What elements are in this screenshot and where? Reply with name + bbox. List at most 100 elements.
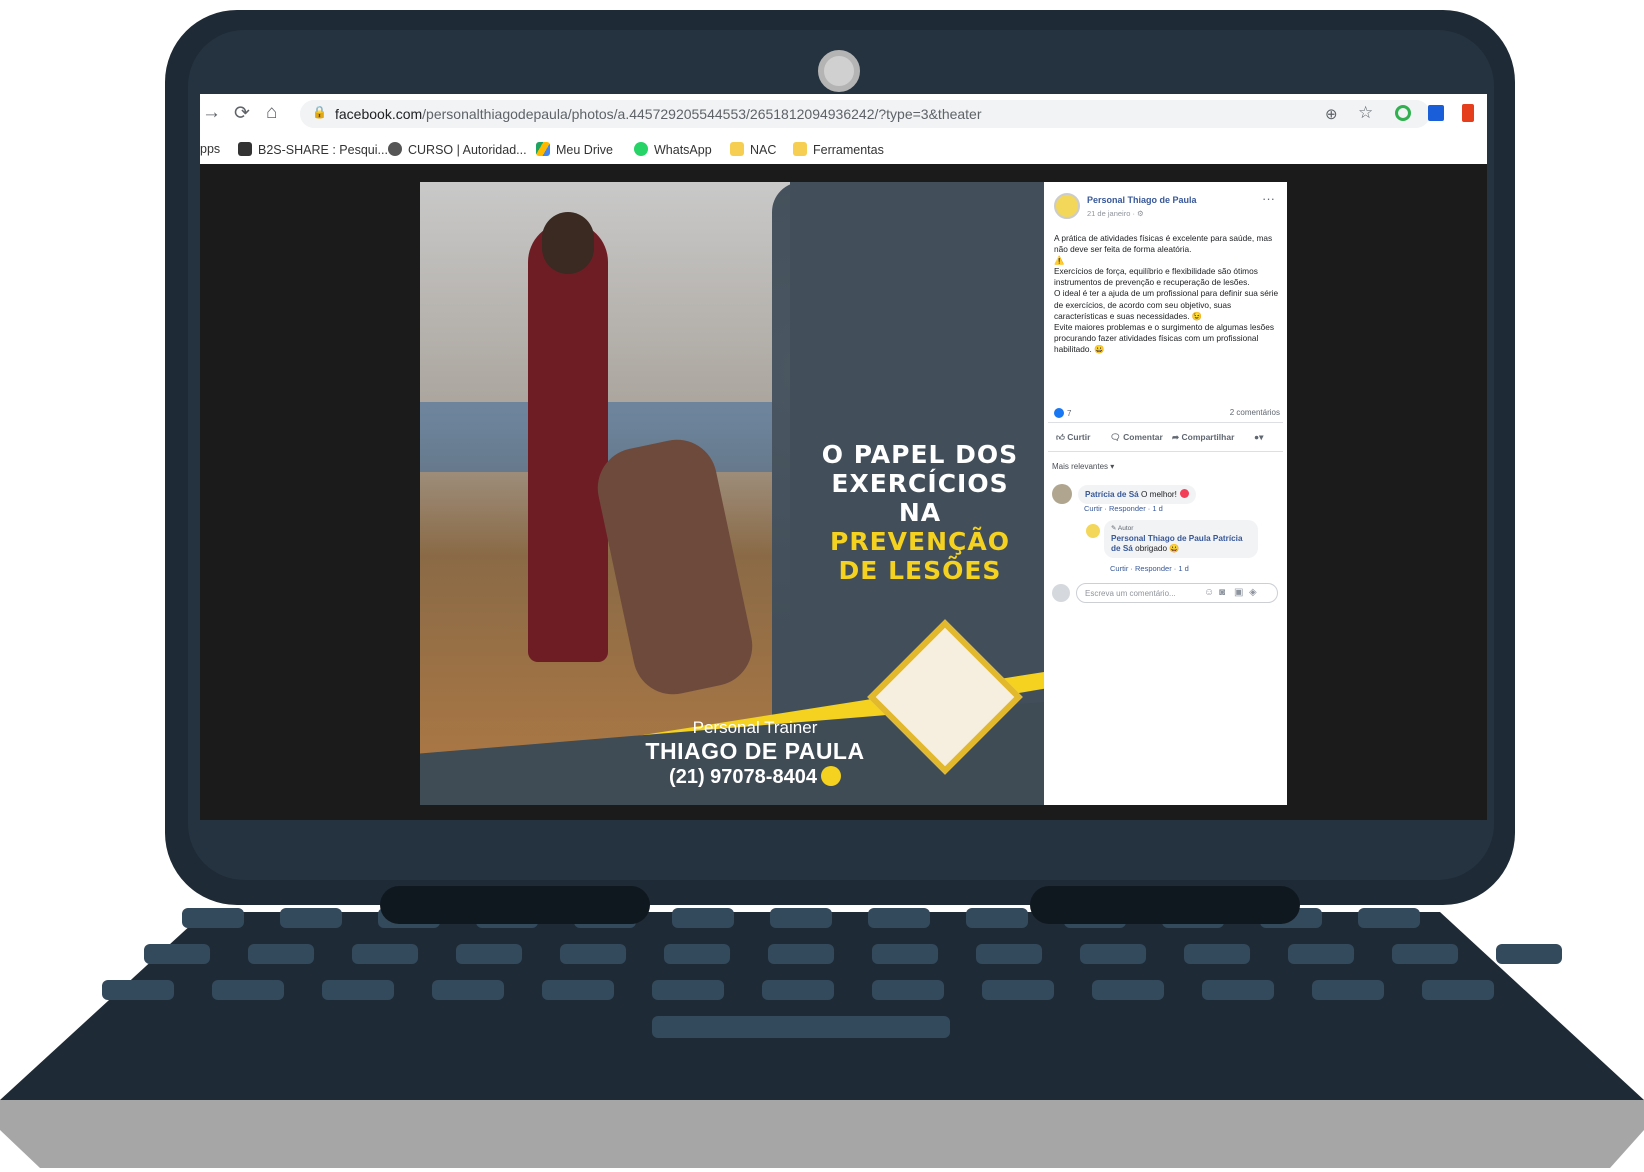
keyboard-key [1202,980,1274,1000]
keyboard-key [280,908,342,928]
folder-icon [793,142,807,156]
laptop-hinge-left [380,886,650,924]
comment-bubble: Patrícia de Sá O melhor! [1078,485,1196,504]
keyboard-key [672,908,734,928]
bookmark-curso[interactable]: CURSO | Autoridad... [388,142,527,157]
home-icon[interactable]: ⌂ [266,102,277,124]
keyboard-key [322,980,394,1000]
brand-subtitle: Personal Trainer [692,718,818,737]
folder-icon [730,142,744,156]
keyboard-key [182,908,244,928]
trainer-head [542,212,594,274]
post-text: A prática de atividades físicas é excele… [1054,233,1279,354]
globe-icon [388,142,402,156]
keyboard-key [762,980,834,1000]
brand-phone: (21) 97078-8404 [630,766,880,789]
comment-button[interactable]: 🗨︎ Comentar [1110,432,1163,443]
thumbs-up-icon: 👍︎ [1056,432,1068,442]
url-text[interactable]: facebook.com/personalthiagodepaula/photo… [335,106,982,122]
gif-icon[interactable]: ▣ [1234,587,1243,598]
bookmark-b2s-share[interactable]: B2S-SHARE : Pesqui... [238,142,388,157]
brand-name: THIAGO DE PAULA [645,738,865,764]
bookmark-meu-drive[interactable]: Meu Drive [536,142,613,157]
keyboard-key [1392,944,1458,964]
keyboard-key [248,944,314,964]
post-actions-bar: 👍︎ Curtir 🗨︎ Comentar ➦ Compartilhar ●▾ [1048,422,1283,452]
more-options-icon[interactable]: ··· [1262,191,1275,206]
zoom-icon[interactable]: ⊕ [1325,105,1338,123]
like-button[interactable]: 👍︎ Curtir [1056,432,1090,443]
reply-meta[interactable]: Curtir · Responder · 1 d [1110,564,1189,573]
write-comment-input[interactable]: Escreva um comentário... [1076,583,1278,603]
comment-author[interactable]: Patrícia de Sá [1085,490,1139,499]
laptop-hinge-right [1030,886,1300,924]
keyboard-key [1184,944,1250,964]
keyboard-key [868,908,930,928]
emoji-icon[interactable]: ☺ [1204,587,1214,598]
share-button[interactable]: ➦ Compartilhar [1172,432,1234,443]
comment-sort-dropdown[interactable]: Mais relevantes ▾ [1052,462,1114,471]
keyboard-key [212,980,284,1000]
spacebar-key [652,1016,950,1038]
keyboard-key [432,980,504,1000]
keyboard-key [1312,980,1384,1000]
page-name-link[interactable]: Personal Thiago de Paula [1087,195,1197,205]
bookmark-ferramentas[interactable]: Ferramentas [793,142,884,157]
love-reaction-icon [1179,489,1189,498]
reply-author-avatar[interactable] [1086,524,1100,538]
keyboard-key [1288,944,1354,964]
bookmark-whatsapp[interactable]: WhatsApp [634,142,712,157]
office-icon[interactable] [1462,104,1474,122]
photo-headline: O PAPEL DOS EXERCÍCIOS NA PREVENÇÃO DE L… [821,440,1019,585]
keyboard-key [102,980,174,1000]
keyboard-key [872,980,944,1000]
comment-icon: 🗨︎ [1110,432,1124,442]
author-badge: ✎ Autor [1111,525,1134,532]
keyboard-key [966,908,1028,928]
keyboard-key [664,944,730,964]
profile-selector-icon[interactable]: ●▾ [1254,432,1263,443]
b2s-icon [238,142,252,156]
keyboard-key [1092,980,1164,1000]
reply-bubble: ✎ Autor Personal Thiago de Paula Patríci… [1104,520,1258,558]
bookmarks-bar: pps B2S-SHARE : Pesqui... CURSO | Autori… [200,134,1487,165]
keyboard-key [560,944,626,964]
post-side-panel: Personal Thiago de Paula 21 de janeiro ·… [1044,182,1287,805]
keyboard-key [652,980,724,1000]
keyboard-key [456,944,522,964]
sticker-icon[interactable]: ◈ [1249,587,1257,598]
reaction-summary[interactable]: 7 [1054,408,1071,418]
post-date[interactable]: 21 de janeiro · ⚙ [1087,209,1144,218]
post-photo[interactable]: O PAPEL DOS EXERCÍCIOS NA PREVENÇÃO DE L… [420,182,1044,805]
keyboard-key [1080,944,1146,964]
star-icon[interactable]: ☆ [1358,103,1373,123]
keyboard-key [352,944,418,964]
browser-screen: → ⟳ ⌂ 🔒 facebook.com/personalthiagodepau… [200,94,1487,820]
browser-toolbar: → ⟳ ⌂ 🔒 facebook.com/personalthiagodepau… [200,94,1487,134]
lock-icon: 🔒 [312,105,327,119]
page-avatar[interactable] [1054,193,1080,219]
keyboard-key [1358,908,1420,928]
keyboard-key [1496,944,1562,964]
extension-blue-icon[interactable] [1428,105,1444,121]
extension-green-icon[interactable] [1395,105,1411,121]
keyboard-key [542,980,614,1000]
comment-meta[interactable]: Curtir · Responder · 1 d [1084,504,1163,513]
keyboard-key [770,908,832,928]
comments-count[interactable]: 2 comentários [1210,408,1280,417]
keyboard-key [768,944,834,964]
keyboard-key [144,944,210,964]
trainer-figure [528,222,608,662]
whatsapp-icon [820,766,841,786]
reload-icon[interactable]: ⟳ [234,102,250,125]
commenter-avatar[interactable] [1052,484,1072,504]
camera-icon[interactable]: ◙ [1219,587,1225,598]
webcam-icon [818,50,860,92]
forward-icon[interactable]: → [202,102,221,124]
keyboard-key [982,980,1054,1000]
bookmark-nac[interactable]: NAC [730,142,776,157]
like-reaction-icon [1054,408,1064,418]
keyboard-key [1422,980,1494,1000]
keyboard-key [976,944,1042,964]
bookmark-apps[interactable]: pps [200,142,220,156]
